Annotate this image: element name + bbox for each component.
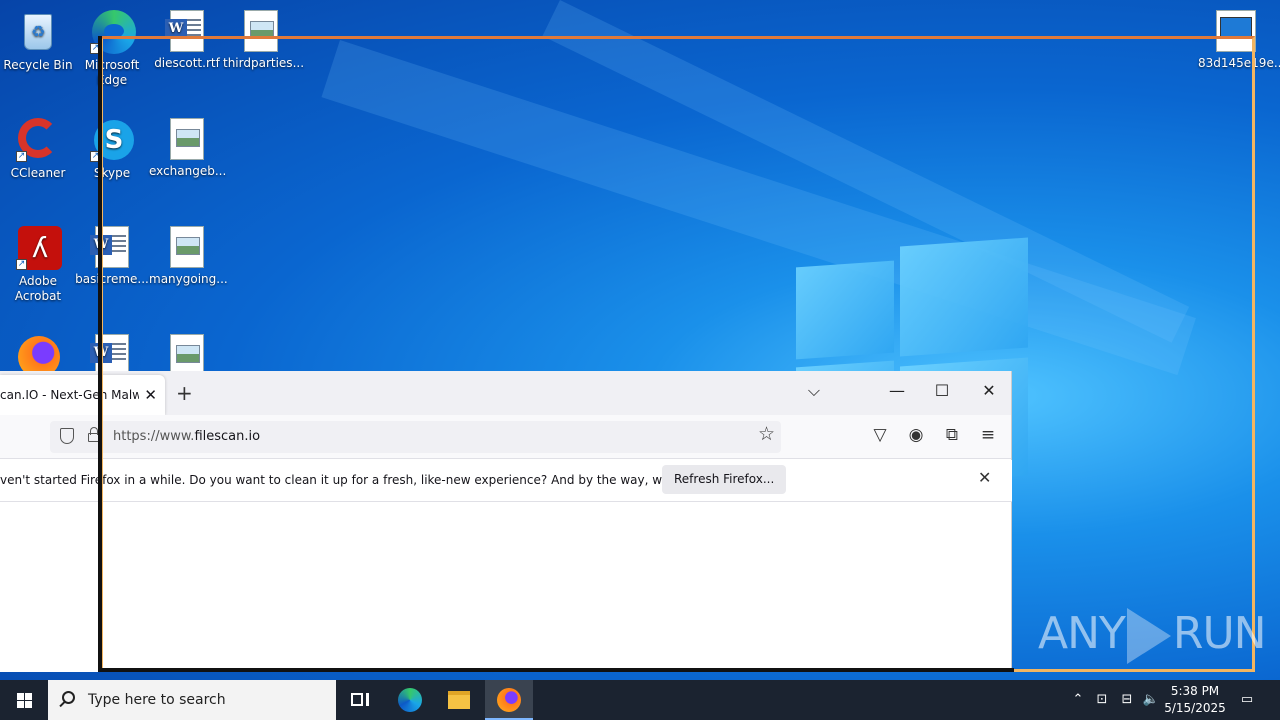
- play-logo-icon: [1126, 608, 1171, 664]
- shortcut-arrow-icon: ↗: [16, 151, 27, 162]
- search-icon: [62, 691, 75, 704]
- adobe-acrobat-icon: ʎ ↗: [16, 226, 62, 270]
- desktop-icon-ccleaner[interactable]: ↗ CCleaner: [0, 114, 76, 181]
- watermark-right: RUN: [1172, 608, 1267, 659]
- taskbar: Type here to search ⌃ ⊡ ⊟ 🔈 5:38 PM 5/15…: [0, 680, 1280, 720]
- taskbar-search-box[interactable]: Type here to search: [48, 680, 336, 720]
- clock-time: 5:38 PM: [1170, 684, 1220, 698]
- tracking-protection-shield-icon[interactable]: [60, 428, 74, 444]
- clock-date: 5/15/2025: [1164, 701, 1226, 715]
- taskbar-file-explorer-icon[interactable]: [435, 680, 483, 720]
- notifications-icon[interactable]: ▭: [1236, 680, 1258, 720]
- anyrun-watermark: ANY RUN: [1038, 608, 1267, 664]
- selection-rectangle-inner: [98, 36, 1014, 672]
- desktop-icon-label: Adobe Acrobat: [14, 274, 62, 303]
- shortcut-arrow-icon: ↗: [16, 259, 27, 270]
- desktop-icon-label: CCleaner: [10, 166, 66, 180]
- tray-app-icon[interactable]: ⊡: [1092, 680, 1112, 720]
- search-placeholder: Type here to search: [88, 692, 226, 708]
- ccleaner-icon: ↗: [16, 118, 60, 162]
- task-view-button[interactable]: [336, 680, 384, 720]
- desktop-icon-recycle-bin[interactable]: ♻ Recycle Bin: [0, 6, 76, 73]
- network-icon[interactable]: ⊟: [1116, 680, 1138, 720]
- desktop-icon-label: Recycle Bin: [3, 58, 73, 72]
- taskbar-clock[interactable]: 5:38 PM 5/15/2025: [1160, 683, 1230, 717]
- recycle-bin-icon: ♻: [16, 10, 60, 54]
- taskbar-firefox-icon[interactable]: [485, 680, 533, 720]
- start-button[interactable]: [0, 680, 48, 720]
- volume-icon[interactable]: 🔈: [1140, 680, 1162, 720]
- watermark-left: ANY: [1038, 608, 1126, 659]
- taskbar-edge-icon[interactable]: [386, 680, 434, 720]
- show-hidden-icons-chevron-icon[interactable]: ⌃: [1068, 680, 1088, 720]
- desktop-icon-adobe-acrobat[interactable]: ʎ ↗ Adobe Acrobat: [0, 222, 76, 304]
